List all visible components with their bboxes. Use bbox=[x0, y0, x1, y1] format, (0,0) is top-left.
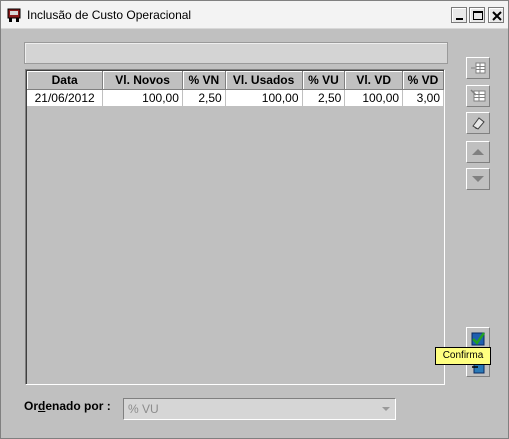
eraser-icon bbox=[472, 117, 485, 130]
move-down-button[interactable] bbox=[466, 168, 490, 190]
app-window: Inclusão de Custo Operacional Data Vl. N… bbox=[0, 0, 509, 439]
column-header-pct-vn[interactable]: % VN bbox=[182, 71, 226, 90]
confirm-button[interactable] bbox=[466, 327, 490, 349]
edit-row-button[interactable] bbox=[466, 85, 490, 107]
column-header-vl-novos[interactable]: Vl. Novos bbox=[102, 71, 183, 90]
cell-vl-novos[interactable]: 100,00 bbox=[102, 89, 183, 106]
cell-pct-vu[interactable]: 2,50 bbox=[302, 89, 346, 106]
minimize-button[interactable] bbox=[451, 7, 467, 23]
header-row: Data Vl. Novos % VN Vl. Usados % VU Vl. … bbox=[27, 71, 444, 90]
column-header-data[interactable]: Data bbox=[27, 71, 104, 90]
cost-table: Data Vl. Novos % VN Vl. Usados % VU Vl. … bbox=[27, 71, 444, 106]
cost-grid[interactable]: Data Vl. Novos % VN Vl. Usados % VU Vl. … bbox=[25, 69, 445, 385]
close-icon bbox=[492, 11, 502, 21]
clear-button[interactable] bbox=[466, 112, 490, 134]
cell-vl-vd[interactable]: 100,00 bbox=[344, 89, 404, 106]
column-header-vl-usados[interactable]: Vl. Usados bbox=[225, 71, 303, 90]
cell-pct-vn[interactable]: 2,50 bbox=[182, 89, 226, 106]
table-row[interactable]: 21/06/2012 100,00 2,50 100,00 2,50 100,0… bbox=[27, 89, 444, 106]
maximize-button[interactable] bbox=[469, 7, 485, 23]
order-by-select[interactable]: % VU bbox=[123, 398, 396, 420]
edit-row-icon bbox=[470, 89, 486, 102]
cell-vl-usados[interactable]: 100,00 bbox=[225, 89, 303, 106]
column-header-vl-vd[interactable]: Vl. VD bbox=[344, 71, 404, 90]
app-logo-icon bbox=[7, 8, 21, 22]
minimize-icon bbox=[456, 18, 463, 20]
confirm-icon bbox=[471, 332, 486, 346]
order-by-label: Ordenado por : bbox=[24, 399, 111, 413]
order-label-suffix: enado por : bbox=[45, 399, 111, 413]
confirm-tooltip: Confirma bbox=[435, 347, 491, 365]
move-up-button[interactable] bbox=[466, 141, 490, 163]
column-header-pct-vu[interactable]: % VU bbox=[302, 71, 346, 90]
cell-pct-vd[interactable]: 3,00 bbox=[402, 89, 444, 106]
maximize-icon bbox=[473, 11, 483, 20]
cell-data[interactable]: 21/06/2012 bbox=[27, 89, 104, 106]
column-header-pct-vd[interactable]: % VD bbox=[402, 71, 444, 90]
move-up-icon bbox=[472, 149, 484, 155]
window-title: Inclusão de Custo Operacional bbox=[27, 8, 192, 22]
order-by-value: % VU bbox=[128, 402, 159, 416]
info-panel bbox=[24, 42, 448, 64]
title-bar[interactable]: Inclusão de Custo Operacional bbox=[1, 1, 508, 29]
dropdown-button[interactable] bbox=[378, 400, 394, 418]
insert-row-button[interactable] bbox=[466, 57, 490, 79]
order-label-prefix: Or bbox=[24, 399, 39, 413]
chevron-down-icon bbox=[382, 407, 390, 411]
move-down-icon bbox=[472, 176, 484, 182]
insert-row-icon bbox=[471, 62, 486, 74]
close-button[interactable] bbox=[488, 7, 504, 23]
